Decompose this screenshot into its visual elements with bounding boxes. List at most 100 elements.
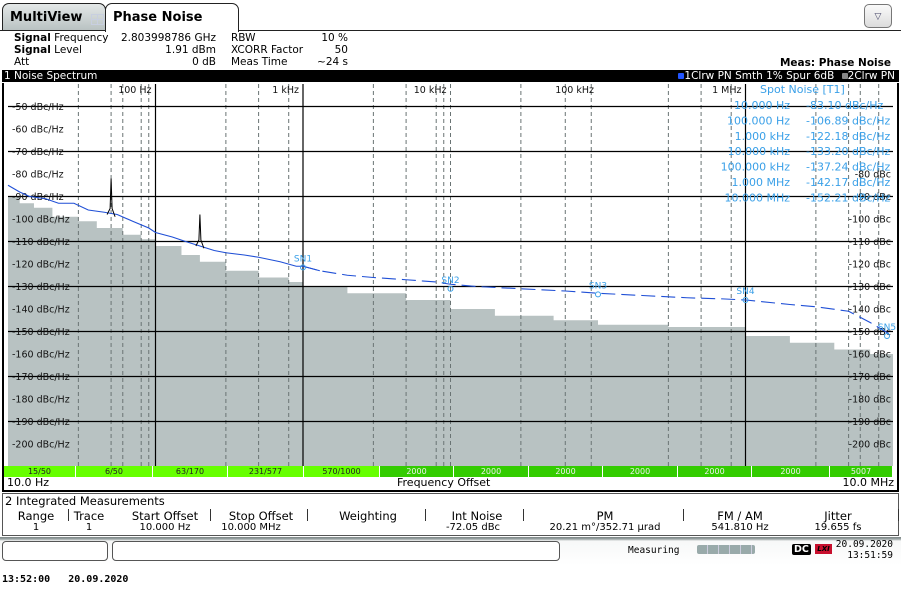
status-text: Measuring bbox=[628, 545, 680, 556]
range-bar-segment: 63/170 bbox=[153, 466, 228, 477]
y-tick-label-right: -140 dBc bbox=[849, 305, 891, 316]
y-tick-label: -140 dBc/Hz bbox=[12, 305, 70, 316]
spot-noise-marker-label: SN3 bbox=[589, 281, 607, 291]
range-bar-segment: 2000 bbox=[678, 466, 752, 477]
cell-stop-offset: 10.000 MHz bbox=[221, 522, 281, 533]
x-tick-label: 100 Hz bbox=[118, 85, 151, 96]
progress-indicator bbox=[697, 545, 755, 554]
spot-noise-marker-label: SN1 bbox=[294, 254, 312, 264]
y-tick-label: -170 dBc/Hz bbox=[12, 372, 70, 383]
spot-noise-value: -106.89 dBc/Hz bbox=[806, 114, 891, 127]
spot-noise-value: -122.18 dBc/Hz bbox=[806, 130, 891, 143]
spot-noise-marker-label: SN4 bbox=[736, 287, 754, 297]
spot-noise-title: Spot Noise [T1] bbox=[760, 83, 845, 96]
y-tick-label: -80 dBc/Hz bbox=[12, 170, 64, 181]
y-tick-label: -150 dBc/Hz bbox=[12, 327, 70, 338]
range-bar-segment: 2000 bbox=[603, 466, 678, 477]
y-tick-label-right: -190 dBc bbox=[849, 417, 891, 428]
range-bar-segment: 2000 bbox=[752, 466, 830, 477]
y-tick-label: -70 dBc/Hz bbox=[12, 147, 64, 158]
spot-noise-freq: 100.000 kHz bbox=[721, 161, 791, 174]
spot-noise-freq: 1.000 kHz bbox=[735, 130, 791, 143]
spot-noise-freq: 10.000 MHz bbox=[724, 191, 790, 204]
x-tick-label: 1 MHz bbox=[712, 85, 741, 96]
spot-noise-value: -152.21 dBc/Hz bbox=[806, 191, 891, 204]
cell-pm: 20.21 m°/352.71 µrad bbox=[549, 522, 661, 533]
y-tick-label: -180 dBc/Hz bbox=[12, 395, 70, 406]
spot-noise-freq: 10.000 Hz bbox=[734, 99, 790, 112]
spot-noise-value: -142.17 dBc/Hz bbox=[806, 176, 891, 189]
cell-range: 1 bbox=[32, 522, 40, 533]
spot-noise-value: -83.10 dBc/Hz bbox=[806, 99, 884, 112]
col-separator bbox=[210, 509, 211, 521]
y-tick-label: -190 dBc/Hz bbox=[12, 417, 70, 428]
y-tick-label: -50 dBc/Hz bbox=[12, 102, 64, 113]
col-header-pm: PM bbox=[596, 509, 614, 523]
col-separator bbox=[425, 509, 426, 521]
integrated-measurements-panel: 2 Integrated Measurements Range Trace St… bbox=[2, 493, 899, 536]
range-bar-segment: 6/50 bbox=[76, 466, 153, 477]
y-tick-label: -120 dBc/Hz bbox=[12, 260, 70, 271]
y-tick-label-right: -180 dBc bbox=[849, 395, 891, 406]
range-bar-segment: 570/1000 bbox=[304, 466, 380, 477]
status-bar: Measuring DC LXI 20.09.2020 13:51:59 bbox=[0, 537, 901, 565]
cell-int-noise: -72.05 dBc bbox=[445, 522, 501, 533]
col-header-stop-offset: Stop Offset bbox=[228, 509, 294, 523]
x-tick-label: 100 kHz bbox=[555, 85, 594, 96]
tab-phase-noise-label: Phase Noise bbox=[113, 10, 203, 25]
y-tick-label: -60 dBc/Hz bbox=[12, 125, 64, 136]
integrated-measurements-title: 2 Integrated Measurements bbox=[5, 494, 165, 508]
footer-time: 13:52:00 bbox=[2, 574, 51, 585]
col-header-jitter: Jitter bbox=[824, 509, 852, 523]
col-header-fm-am: FM / AM bbox=[717, 509, 763, 523]
spot-noise-value: -133.20 dBc/Hz bbox=[806, 145, 891, 158]
cell-start-offset: 10.000 Hz bbox=[139, 522, 191, 533]
col-separator bbox=[683, 509, 684, 521]
status-field-2[interactable] bbox=[112, 541, 560, 561]
dc-badge: DC bbox=[792, 544, 811, 555]
y-tick-label: -160 dBc/Hz bbox=[12, 350, 70, 361]
y-tick-label-right: -100 dBc bbox=[849, 215, 891, 226]
x-tick-label: 1 kHz bbox=[272, 85, 299, 96]
y-tick-label-right: -120 dBc bbox=[849, 260, 891, 271]
y-tick-label: -130 dBc/Hz bbox=[12, 282, 70, 293]
y-tick-label-right: -110 dBc bbox=[849, 237, 891, 248]
col-header-trace: Trace bbox=[73, 509, 105, 523]
cell-fm-am: 541.810 Hz bbox=[711, 522, 769, 533]
col-header-start-offset: Start Offset bbox=[131, 509, 199, 523]
y-tick-label: -100 dBc/Hz bbox=[12, 215, 70, 226]
spot-noise-marker bbox=[595, 291, 601, 298]
x-axis-start-label: 10.0 Hz bbox=[7, 476, 50, 489]
spot-noise-marker-label: SN5 bbox=[878, 323, 896, 333]
col-header-int-noise: Int Noise bbox=[451, 509, 503, 523]
status-field-1[interactable] bbox=[2, 541, 108, 561]
col-header-weighting: Weighting bbox=[339, 509, 397, 523]
status-time: 13:51:59 bbox=[847, 550, 893, 561]
col-separator bbox=[898, 509, 899, 521]
footer-date: 20.09.2020 bbox=[68, 574, 129, 585]
cell-trace: 1 bbox=[85, 522, 93, 533]
tab-phase-noise[interactable]: Phase Noise bbox=[105, 3, 239, 32]
col-separator bbox=[307, 509, 308, 521]
spot-noise-marker-label: SN2 bbox=[441, 276, 459, 286]
y-tick-label-right: -170 dBc bbox=[849, 372, 891, 383]
x-axis-title: Frequency Offset bbox=[397, 476, 491, 489]
spur-spike bbox=[195, 214, 205, 249]
col-header-range: Range bbox=[17, 509, 55, 523]
screenshot-timestamp: 13:52:00 20.09.2020 bbox=[2, 574, 128, 585]
x-tick-label: 10 kHz bbox=[414, 85, 447, 96]
spot-noise-freq: 100.000 Hz bbox=[727, 114, 790, 127]
col-separator bbox=[523, 509, 524, 521]
spot-noise-freq: 10.000 kHz bbox=[728, 145, 791, 158]
y-tick-label-right: -200 dBc bbox=[849, 440, 891, 451]
y-tick-label: -200 dBc/Hz bbox=[12, 440, 70, 451]
range-bar-segment: 231/577 bbox=[228, 466, 304, 477]
range-bar-segment: 2000 bbox=[529, 466, 603, 477]
x-axis-stop-label: 10.0 MHz bbox=[842, 476, 894, 489]
y-tick-label-right: -130 dBc bbox=[849, 282, 891, 293]
status-date: 20.09.2020 bbox=[835, 539, 893, 550]
y-tick-label: -110 dBc/Hz bbox=[12, 237, 70, 248]
y-tick-label-right: -160 dBc bbox=[849, 350, 891, 361]
spot-noise-freq: 1.000 MHz bbox=[731, 176, 790, 189]
spot-noise-value: -137.24 dBc/Hz bbox=[806, 161, 891, 174]
